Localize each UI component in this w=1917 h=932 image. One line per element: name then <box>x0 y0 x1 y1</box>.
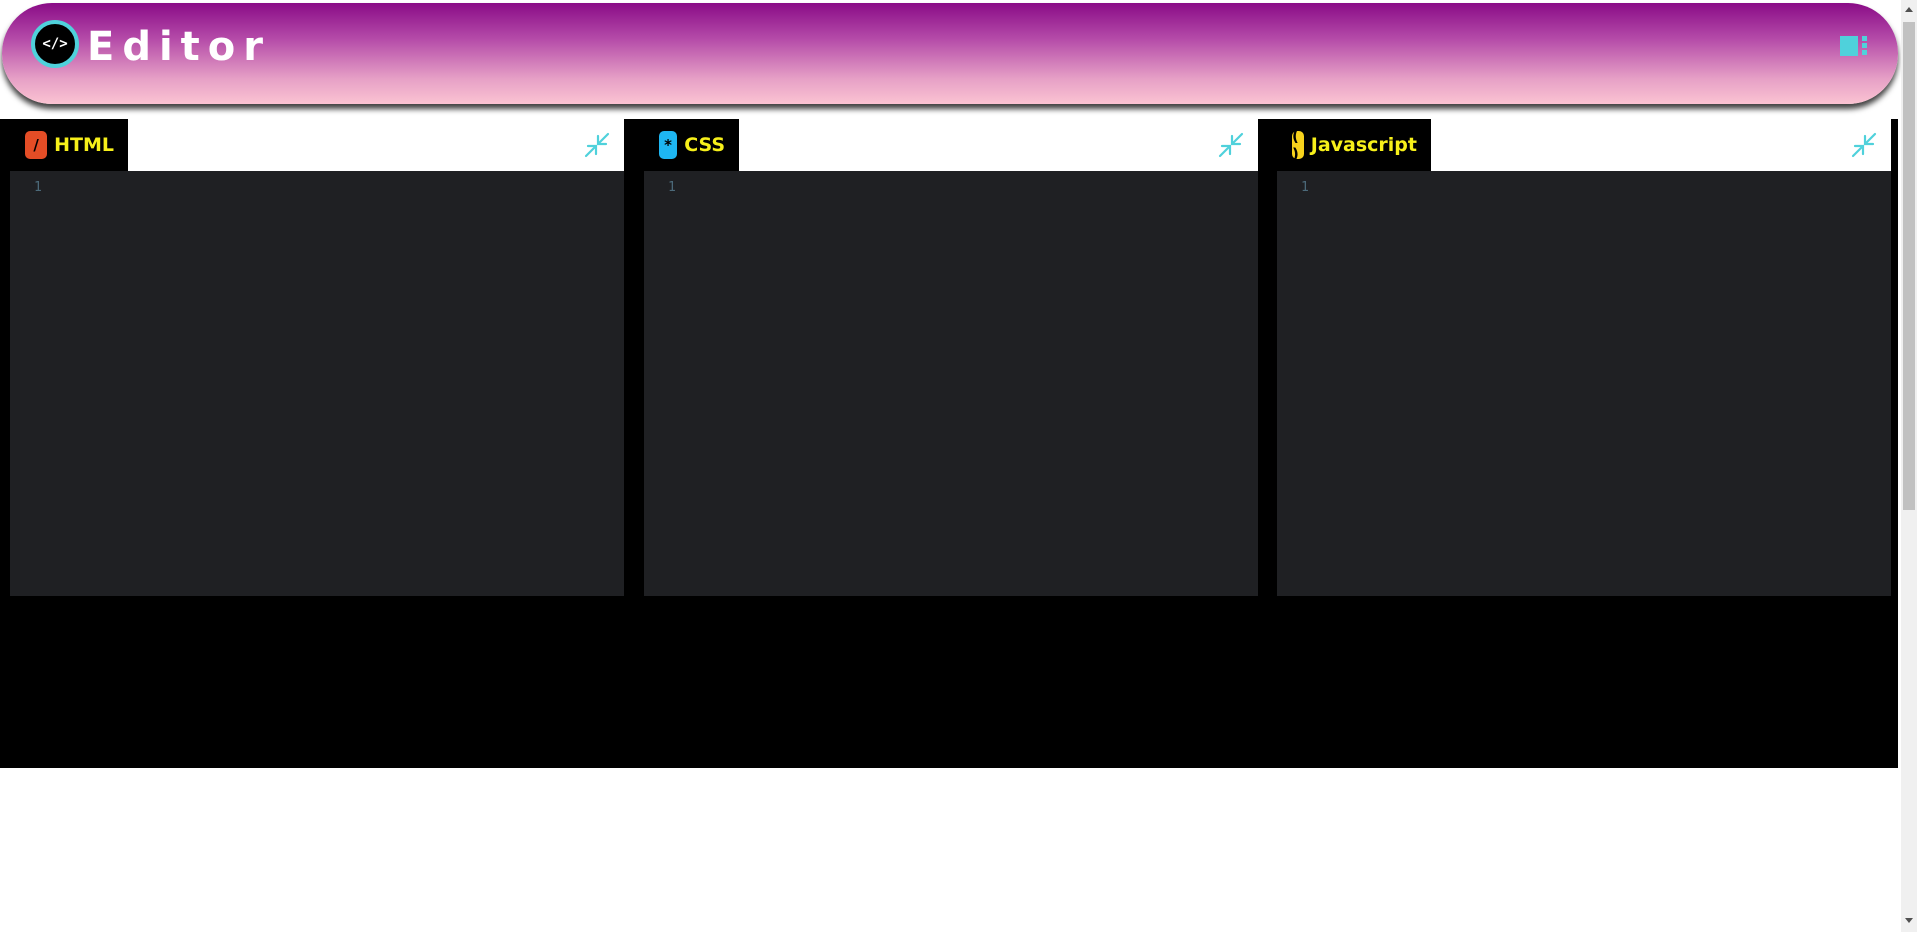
tab-label: HTML <box>54 134 114 156</box>
tab-label: Javascript <box>1310 134 1417 156</box>
vertical-scrollbar[interactable] <box>1901 0 1917 932</box>
collapse-icon[interactable] <box>1850 131 1878 159</box>
html-code-editor[interactable]: 1 <box>10 171 624 596</box>
css-code-editor[interactable]: 1 <box>644 171 1258 596</box>
tab-javascript[interactable]: ( ) Javascript <box>1277 119 1431 171</box>
html-editor-panel: / HTML 1 <box>10 119 624 596</box>
app-title: Editor <box>87 24 271 70</box>
html-slash-icon: / <box>25 131 48 159</box>
javascript-code-editor[interactable]: 1 <box>1277 171 1891 596</box>
tab-label: CSS <box>684 134 725 156</box>
tab-css[interactable]: * CSS <box>644 119 739 171</box>
code-logo-icon: </> <box>31 20 79 68</box>
scroll-up-arrow-icon[interactable] <box>1905 7 1913 12</box>
js-parentheses-icon: ( ) <box>1292 127 1304 163</box>
panel-header: ( ) Javascript <box>1277 119 1891 171</box>
layout-toggle-button[interactable] <box>1840 34 1868 58</box>
scrollbar-thumb[interactable] <box>1903 22 1915 510</box>
tab-html[interactable]: / HTML <box>10 119 128 171</box>
javascript-editor-panel: ( ) Javascript 1 <box>1277 119 1891 596</box>
line-number: 1 <box>34 180 42 195</box>
css-editor-panel: * CSS 1 <box>644 119 1258 596</box>
scroll-down-arrow-icon[interactable] <box>1905 918 1913 923</box>
line-number: 1 <box>668 180 676 195</box>
layout-panel-icon <box>1840 36 1858 56</box>
logo-text: </> <box>42 36 68 52</box>
panel-header: * CSS <box>644 119 1258 171</box>
collapse-icon[interactable] <box>583 131 611 159</box>
app-root: </> Editor / HTML 1 * CSS 1 () Javascri… <box>0 0 1917 932</box>
header-bar: </> Editor <box>2 3 1898 104</box>
panel-header: / HTML <box>10 119 624 171</box>
editors-area: / HTML 1 * CSS 1 () Javascript 1 <box>0 119 1898 768</box>
collapse-icon[interactable] <box>1217 131 1245 159</box>
css-asterisk-icon: * <box>659 131 678 159</box>
line-number: 1 <box>1301 180 1309 195</box>
